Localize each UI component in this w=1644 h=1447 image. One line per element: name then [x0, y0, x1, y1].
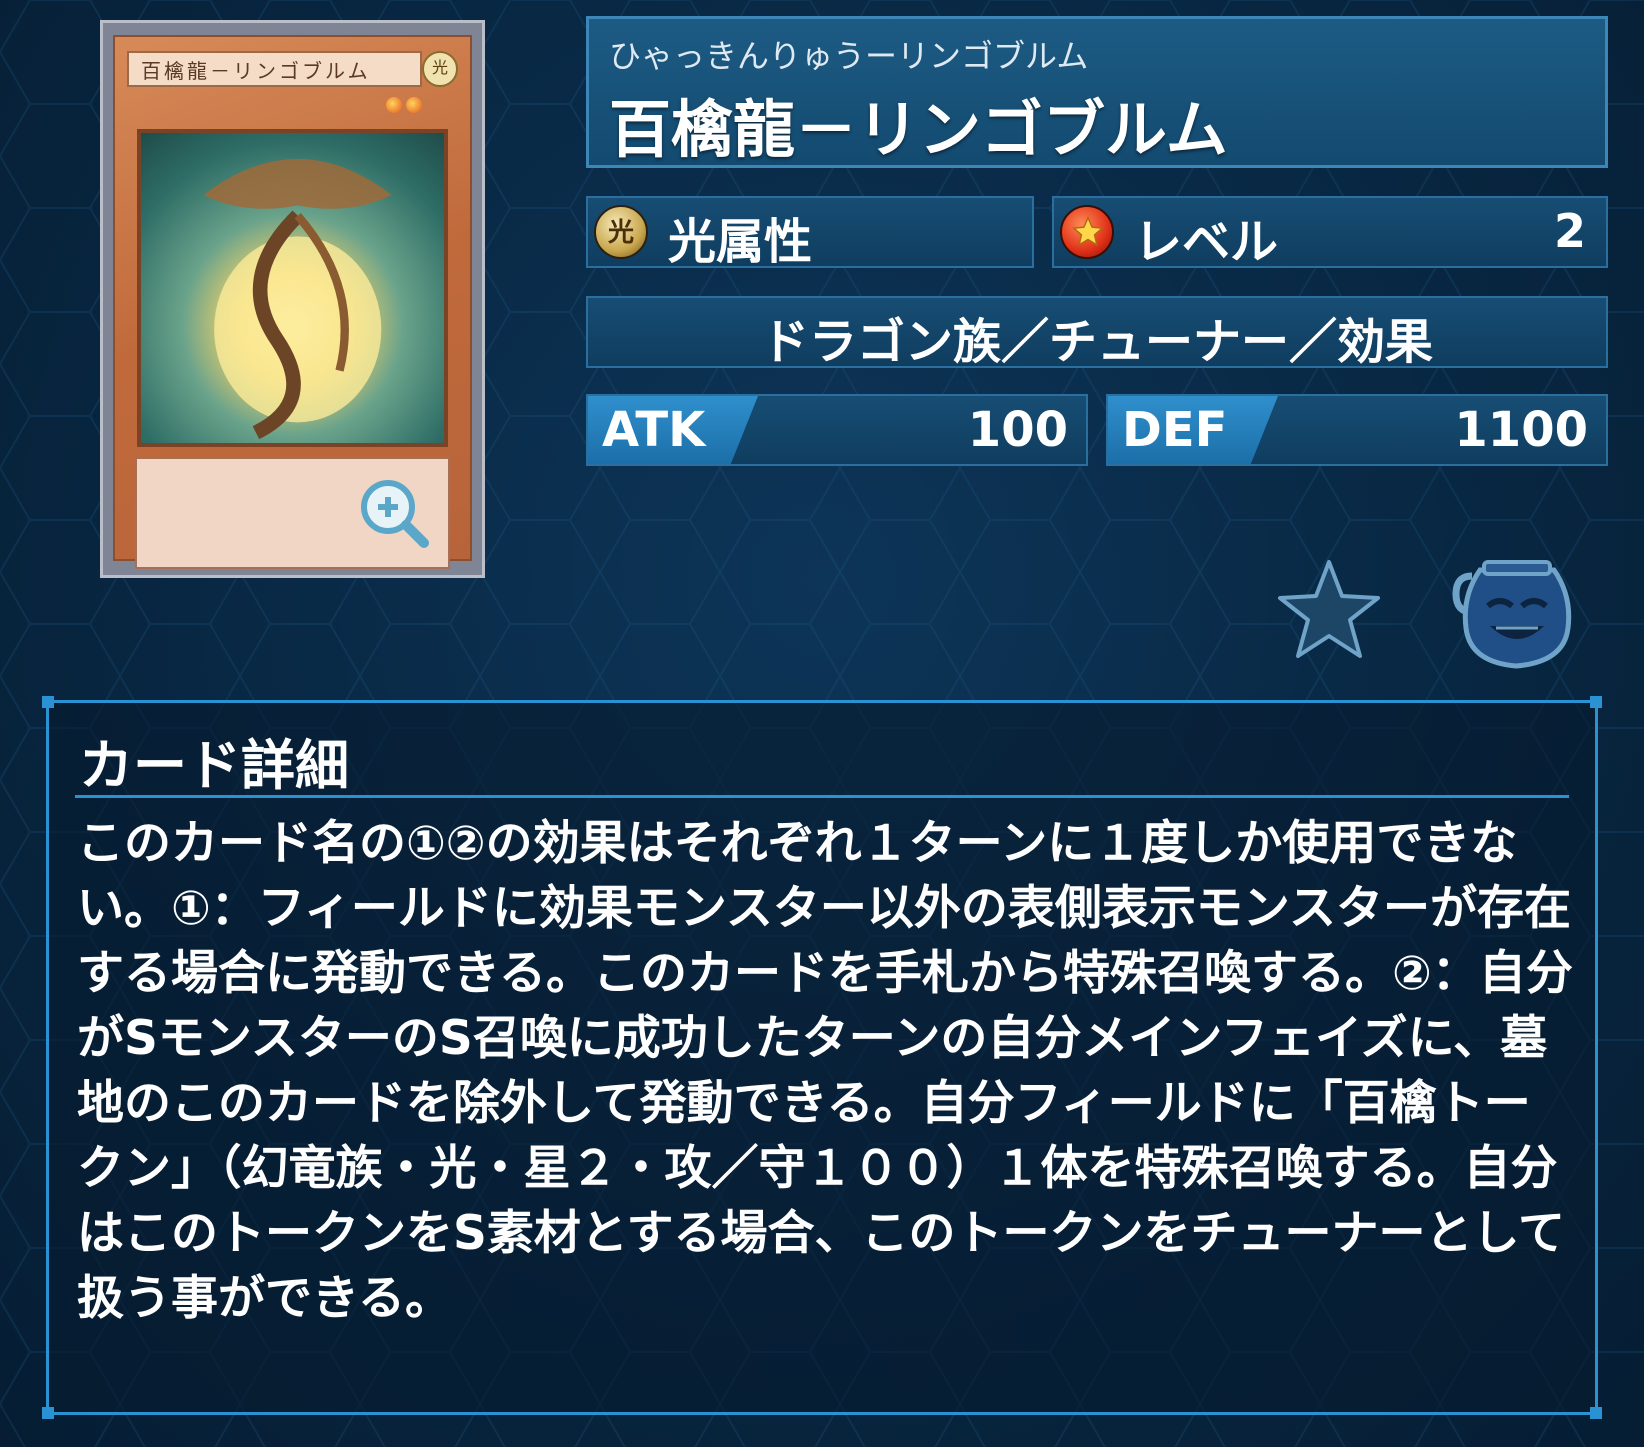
card-effect-text: このカード名の①②の効果はそれぞれ１ターンに１度しか使用できない。①：フィールド… — [77, 816, 1573, 1326]
card-name-ruby: ひゃっきんりゅうーリンゴブルム — [609, 37, 1089, 75]
card-face: 百檎龍－リンゴブルム 光 — [113, 35, 472, 569]
zoom-in-icon[interactable] — [356, 475, 432, 551]
def-bar: DEF 1100 — [1106, 394, 1608, 466]
card-artwork — [137, 129, 448, 447]
type-bar: ドラゴン族／チューナー／効果 — [586, 296, 1608, 370]
level-bar: レベル 2 — [1052, 196, 1608, 270]
pot-of-greed-icon[interactable] — [1450, 556, 1580, 672]
level-star-icon — [1060, 205, 1114, 259]
def-label: DEF — [1122, 402, 1228, 458]
def-value: 1100 — [1454, 402, 1588, 458]
atk-label: ATK — [602, 402, 706, 458]
details-heading: カード詳細 — [79, 734, 349, 797]
card-details-panel: カード詳細 このカード名の①②の効果はそれぞれ１ターンに１度しか使用できない。①… — [42, 696, 1602, 1419]
attribute-bar: 光 光属性 — [586, 196, 1034, 270]
atk-bar: ATK 100 — [586, 394, 1088, 466]
light-attribute-icon: 光 — [594, 205, 648, 259]
level-value: 2 — [1553, 204, 1586, 258]
level-label: レベル — [1134, 214, 1279, 270]
attribute-label: 光属性 — [668, 214, 813, 270]
star-icon[interactable] — [1274, 556, 1384, 666]
card-name-panel: ひゃっきんりゅうーリンゴブルム 百檎龍－リンゴブルム — [586, 16, 1608, 168]
card-name: 百檎龍－リンゴブルム — [609, 93, 1228, 166]
card-image-level-stars — [382, 97, 422, 117]
card-image-attribute-icon: 光 — [422, 51, 458, 87]
card-image-name: 百檎龍－リンゴブルム — [127, 51, 422, 87]
details-divider — [75, 795, 1569, 798]
card-image[interactable]: 百檎龍－リンゴブルム 光 — [100, 20, 485, 578]
atk-value: 100 — [967, 402, 1068, 458]
monster-type-line: ドラゴン族／チューナー／効果 — [760, 314, 1433, 370]
card-image-text-box — [135, 457, 450, 569]
